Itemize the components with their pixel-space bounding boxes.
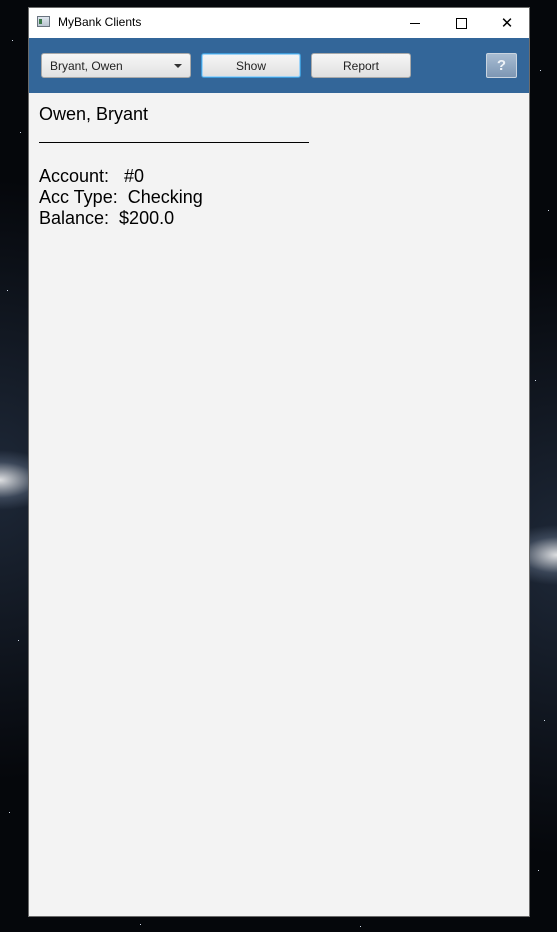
balance-line: Balance: $200.0 bbox=[39, 208, 175, 228]
app-icon bbox=[37, 16, 50, 27]
star bbox=[538, 870, 539, 871]
show-button[interactable]: Show bbox=[201, 53, 301, 78]
app-window: MyBank Clients ✕ Bryant, Owen Show Repor… bbox=[29, 8, 529, 916]
report-button[interactable]: Report bbox=[311, 53, 411, 78]
client-name: Owen, Bryant bbox=[39, 104, 149, 124]
star bbox=[544, 720, 545, 721]
client-select[interactable]: Bryant, Owen bbox=[41, 53, 191, 78]
help-button[interactable]: ? bbox=[486, 53, 517, 78]
star bbox=[9, 812, 10, 813]
divider bbox=[39, 142, 309, 143]
maximize-button[interactable] bbox=[438, 8, 484, 38]
star bbox=[18, 640, 19, 641]
close-icon: ✕ bbox=[500, 13, 514, 32]
toolbar: Bryant, Owen Show Report ? bbox=[29, 38, 529, 93]
maximize-icon bbox=[455, 17, 467, 29]
star bbox=[540, 70, 541, 71]
window-title: MyBank Clients bbox=[58, 15, 142, 29]
star bbox=[140, 924, 141, 925]
star bbox=[360, 926, 361, 927]
client-select-value: Bryant, Owen bbox=[50, 59, 123, 73]
account-line: Account: #0 bbox=[39, 166, 145, 186]
minimize-icon bbox=[410, 22, 420, 24]
title-bar[interactable]: MyBank Clients ✕ bbox=[29, 8, 529, 38]
account-type-line: Acc Type: Checking bbox=[39, 187, 203, 207]
star bbox=[12, 40, 13, 41]
close-button[interactable]: ✕ bbox=[484, 8, 530, 38]
minimize-button[interactable] bbox=[392, 8, 438, 38]
star bbox=[548, 210, 549, 211]
star bbox=[20, 132, 21, 133]
star bbox=[7, 290, 8, 291]
star bbox=[535, 380, 536, 381]
chevron-down-icon bbox=[174, 64, 182, 68]
